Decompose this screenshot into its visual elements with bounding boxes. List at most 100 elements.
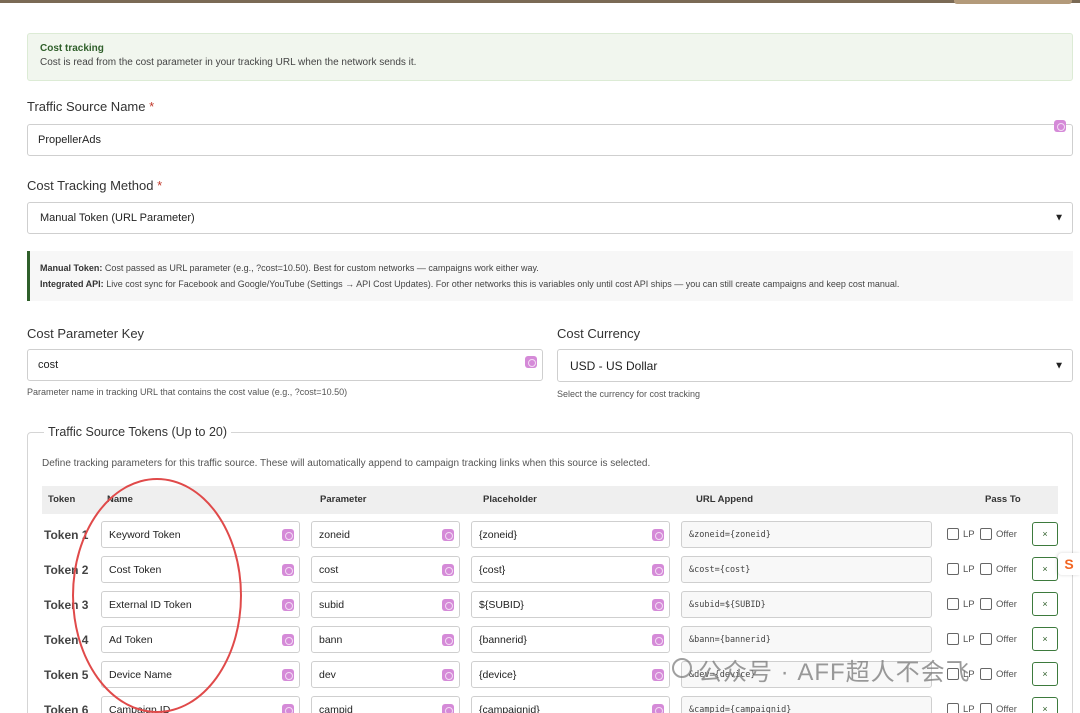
token-placeholder-input[interactable]: {cost} xyxy=(471,556,670,583)
token-label: Token 5 xyxy=(44,668,89,682)
required-mark: * xyxy=(157,178,163,193)
chevron-down-icon: ▼ xyxy=(1054,360,1064,371)
pass-to-offer-label: Offer xyxy=(996,634,1017,645)
pass-to-offer-label: Offer xyxy=(996,669,1017,680)
token-placeholder-input[interactable]: {device} xyxy=(471,661,670,688)
token-url-append-field: &zoneid={zoneid} xyxy=(681,521,932,548)
autofill-pin-icon[interactable] xyxy=(282,704,294,713)
pass-to-lp-label: LP xyxy=(963,704,975,713)
remove-token-button[interactable]: × xyxy=(1032,662,1058,686)
token-parameter-input[interactable]: cost xyxy=(311,556,460,583)
chevron-down-icon: ▼ xyxy=(1054,212,1064,224)
token-parameter-input[interactable]: subid xyxy=(311,591,460,618)
token-parameter-input[interactable]: dev xyxy=(311,661,460,688)
autofill-pin-icon[interactable] xyxy=(442,704,454,713)
autofill-pin-icon[interactable] xyxy=(652,704,664,713)
required-mark: * xyxy=(149,99,155,114)
token-name-input[interactable]: Campaign ID xyxy=(101,696,300,713)
token-url-append-field: &subid=${SUBID} xyxy=(681,591,932,618)
token-label: Token 3 xyxy=(44,598,89,612)
token-label: Token 4 xyxy=(44,633,89,647)
token-name-input[interactable]: Ad Token xyxy=(101,626,300,653)
autofill-pin-icon[interactable] xyxy=(652,564,664,576)
pass-to-lp-label: LP xyxy=(963,634,975,645)
autofill-pin-icon[interactable] xyxy=(282,529,294,541)
token-label: Token 2 xyxy=(44,563,89,577)
pass-to-lp-checkbox[interactable] xyxy=(947,528,959,540)
token-name-input[interactable]: Device Name xyxy=(101,661,300,688)
remove-token-button[interactable]: × xyxy=(1032,592,1058,616)
pass-to-lp-checkbox[interactable] xyxy=(947,703,959,713)
token-parameter-input[interactable]: zoneid xyxy=(311,521,460,548)
header-token: Token xyxy=(48,494,76,505)
pass-to-offer-checkbox[interactable] xyxy=(980,598,992,610)
cost-currency-select[interactable]: USD - US Dollar ▼ xyxy=(557,349,1073,382)
header-url-append: URL Append xyxy=(696,494,753,505)
autofill-pin-icon[interactable] xyxy=(442,564,454,576)
cost-tracking-method-select[interactable]: Manual Token (URL Parameter) ▼ xyxy=(27,202,1073,234)
autofill-pin-icon[interactable] xyxy=(652,634,664,646)
token-name-input[interactable]: Keyword Token xyxy=(101,521,300,548)
wechat-icon xyxy=(672,658,692,678)
top-button-edge[interactable] xyxy=(954,0,1072,4)
autofill-pin-icon[interactable] xyxy=(282,564,294,576)
header-name: Name xyxy=(107,494,133,505)
autofill-pin-icon[interactable] xyxy=(442,634,454,646)
header-pass-to: Pass To xyxy=(985,494,1021,505)
remove-token-button[interactable]: × xyxy=(1032,522,1058,546)
pass-to-lp-checkbox[interactable] xyxy=(947,598,959,610)
pass-to-offer-label: Offer xyxy=(996,529,1017,540)
watermark-text: 公众号 · AFF超人不会飞 xyxy=(698,659,971,686)
remove-token-button[interactable]: × xyxy=(1032,627,1058,651)
token-placeholder-input[interactable]: ${SUBID} xyxy=(471,591,670,618)
autofill-pin-icon[interactable] xyxy=(442,669,454,681)
pass-to-lp-label: LP xyxy=(963,599,975,610)
remove-token-button[interactable]: × xyxy=(1032,697,1058,713)
token-name-input[interactable]: External ID Token xyxy=(101,591,300,618)
pass-to-offer-checkbox[interactable] xyxy=(980,668,992,680)
token-placeholder-input[interactable]: {zoneid} xyxy=(471,521,670,548)
token-parameter-input[interactable]: campid xyxy=(311,696,460,713)
token-placeholder-input[interactable]: {bannerid} xyxy=(471,626,670,653)
token-parameter-input[interactable]: bann xyxy=(311,626,460,653)
pass-to-offer-label: Offer xyxy=(996,564,1017,575)
pass-to-offer-checkbox[interactable] xyxy=(980,633,992,645)
token-url-append-field: &cost={cost} xyxy=(681,556,932,583)
cost-currency-help: Select the currency for cost tracking xyxy=(557,389,701,399)
ime-badge-icon[interactable]: S xyxy=(1058,553,1080,575)
traffic-source-name-label: Traffic Source Name * xyxy=(27,99,155,114)
pass-to-lp-checkbox[interactable] xyxy=(947,563,959,575)
token-name-input[interactable]: Cost Token xyxy=(101,556,300,583)
pass-to-offer-label: Offer xyxy=(996,599,1017,610)
autofill-pin-icon[interactable] xyxy=(652,529,664,541)
tokens-table-header xyxy=(42,486,1058,514)
autofill-pin-icon[interactable] xyxy=(282,669,294,681)
pass-to-lp-checkbox[interactable] xyxy=(947,633,959,645)
autofill-pin-icon[interactable] xyxy=(282,599,294,611)
cost-tracking-text: Cost is read from the cost parameter in … xyxy=(40,57,417,68)
cost-currency-label: Cost Currency xyxy=(557,326,641,341)
pass-to-offer-checkbox[interactable] xyxy=(980,528,992,540)
tokens-legend: Traffic Source Tokens (Up to 20) xyxy=(44,425,232,439)
autofill-pin-icon[interactable] xyxy=(442,599,454,611)
autofill-pin-icon[interactable] xyxy=(652,599,664,611)
traffic-source-name-input[interactable]: PropellerAds xyxy=(27,124,1073,156)
pass-to-lp-label: LP xyxy=(963,529,975,540)
token-placeholder-input[interactable]: {campaignid} xyxy=(471,696,670,713)
autofill-pin-icon[interactable] xyxy=(652,669,664,681)
autofill-pin-icon[interactable] xyxy=(1054,120,1066,132)
autofill-pin-icon[interactable] xyxy=(282,634,294,646)
header-placeholder: Placeholder xyxy=(483,494,537,505)
cost-tracking-info: Cost tracking Cost is read from the cost… xyxy=(27,33,1073,81)
autofill-pin-icon[interactable] xyxy=(525,356,537,368)
token-label: Token 6 xyxy=(44,703,89,713)
cost-tracking-method-label: Cost Tracking Method * xyxy=(27,178,163,193)
remove-token-button[interactable]: × xyxy=(1032,557,1058,581)
token-url-append-field: &bann={bannerid} xyxy=(681,626,932,653)
pass-to-offer-checkbox[interactable] xyxy=(980,703,992,713)
autofill-pin-icon[interactable] xyxy=(442,529,454,541)
pass-to-offer-checkbox[interactable] xyxy=(980,563,992,575)
cost-parameter-key-input[interactable]: cost xyxy=(27,349,543,381)
pass-to-offer-label: Offer xyxy=(996,704,1017,713)
top-border xyxy=(0,0,1080,3)
